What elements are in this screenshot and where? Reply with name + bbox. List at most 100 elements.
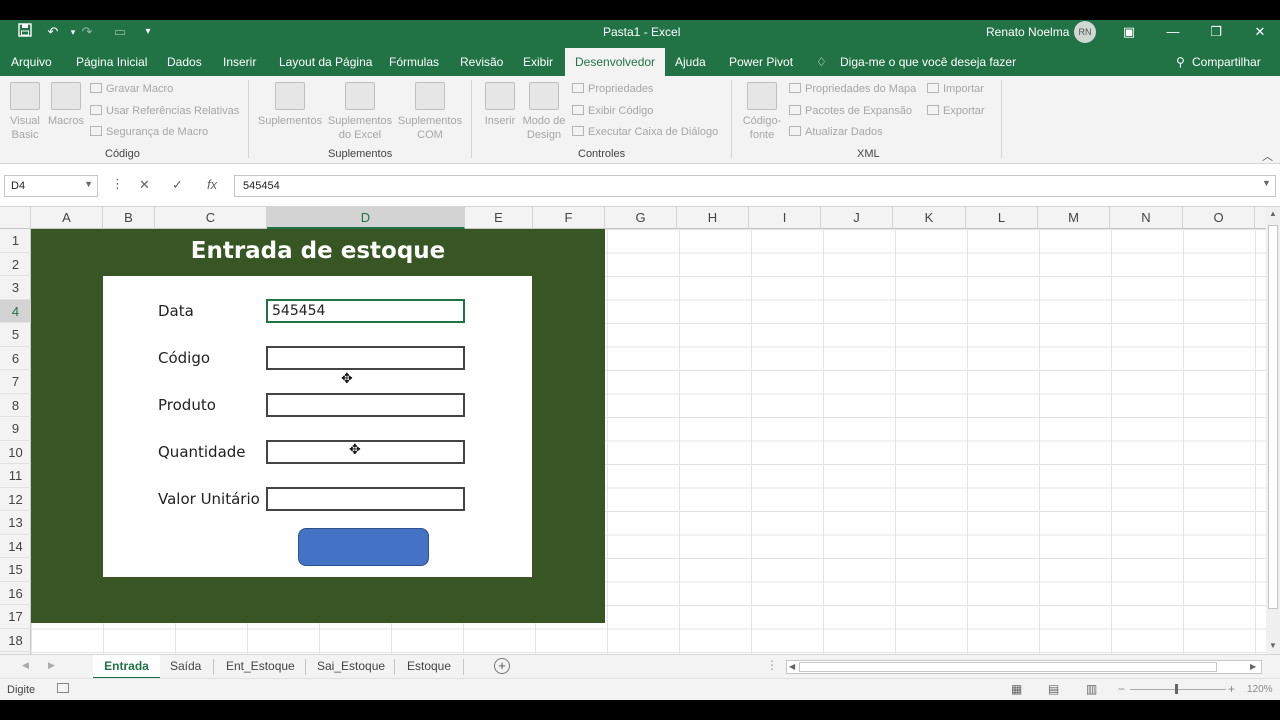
row-header[interactable]: 5 bbox=[0, 323, 31, 347]
next-sheet-icon[interactable]: ▶ bbox=[48, 660, 55, 671]
tab-layout[interactable]: Layout da Página bbox=[279, 55, 372, 69]
collapse-ribbon-icon[interactable]: ︿ bbox=[1262, 148, 1273, 164]
row-header[interactable]: 12 bbox=[0, 488, 31, 511]
sheet-tab-sai-estoque[interactable]: Sai_Estoque bbox=[317, 659, 385, 673]
horizontal-scrollbar[interactable]: ◀ ▶ bbox=[786, 660, 1262, 674]
sheet-tab-saida[interactable]: Saída bbox=[170, 659, 201, 673]
column-header[interactable]: N bbox=[1110, 207, 1183, 229]
column-header[interactable]: J bbox=[821, 207, 893, 229]
row-header[interactable]: 14 bbox=[0, 535, 31, 558]
tab-revisao[interactable]: Revisão bbox=[460, 55, 503, 69]
produto-input[interactable] bbox=[266, 393, 465, 417]
macros-button[interactable]: Macros bbox=[46, 82, 86, 128]
row-header[interactable]: 6 bbox=[0, 347, 31, 370]
column-header[interactable]: I bbox=[749, 207, 821, 229]
column-header[interactable]: F bbox=[533, 207, 605, 229]
tab-arquivo[interactable]: Arquivo bbox=[11, 55, 52, 69]
undo-icon[interactable]: ↶ bbox=[44, 23, 62, 41]
suplementos-excel-button[interactable]: Suplementos do Excel bbox=[326, 82, 394, 142]
row-header[interactable]: 15 bbox=[0, 558, 31, 582]
row-header[interactable]: 3 bbox=[0, 276, 31, 300]
column-header[interactable]: H bbox=[677, 207, 749, 229]
page-layout-icon[interactable]: ▤ bbox=[1048, 682, 1059, 696]
minimize-icon[interactable]: — bbox=[1158, 22, 1188, 42]
redo-icon[interactable]: ↷ bbox=[78, 23, 96, 41]
row-header[interactable]: 11 bbox=[0, 464, 31, 488]
scroll-left-icon[interactable]: ◀ bbox=[789, 662, 795, 671]
visual-basic-button[interactable]: Visual Basic bbox=[6, 82, 44, 142]
atualizar-dados-button[interactable]: Atualizar Dados bbox=[789, 126, 883, 138]
row-header[interactable]: 18 bbox=[0, 629, 31, 652]
row-header[interactable]: 10 bbox=[0, 441, 31, 464]
submit-button[interactable] bbox=[298, 528, 429, 566]
row-header[interactable]: 9 bbox=[0, 417, 31, 441]
tab-power-pivot[interactable]: Power Pivot bbox=[729, 55, 793, 69]
pacotes-expansao-button[interactable]: Pacotes de Expansão bbox=[789, 105, 912, 117]
importar-button[interactable]: Importar bbox=[927, 83, 984, 95]
user-name[interactable]: Renato Noelma bbox=[986, 25, 1069, 39]
scroll-down-icon[interactable]: ▼ bbox=[1269, 641, 1277, 650]
sheet-tab-estoque[interactable]: Estoque bbox=[407, 659, 451, 673]
suplementos-button[interactable]: Suplementos bbox=[256, 82, 324, 128]
gravar-macro-button[interactable]: Gravar Macro bbox=[90, 83, 173, 95]
column-header[interactable]: D bbox=[267, 207, 465, 229]
scroll-right-icon[interactable]: ▶ bbox=[1250, 662, 1256, 671]
prev-sheet-icon[interactable]: ◀ bbox=[22, 660, 29, 671]
zoom-in-icon[interactable]: + bbox=[1228, 682, 1235, 696]
propriedades-button[interactable]: Propriedades bbox=[572, 83, 653, 95]
executar-caixa-button[interactable]: Executar Caixa de Diálogo bbox=[572, 126, 718, 138]
zoom-slider-thumb[interactable] bbox=[1175, 684, 1178, 694]
ribbon-display-icon[interactable]: ▣ bbox=[1114, 22, 1144, 42]
seguranca-macro-button[interactable]: Segurança de Macro bbox=[90, 126, 208, 138]
form-icon[interactable]: ▭ bbox=[111, 23, 129, 41]
tab-pagina-inicial[interactable]: Página Inicial bbox=[76, 55, 147, 69]
close-icon[interactable]: ✕ bbox=[1245, 22, 1275, 42]
customize-icon[interactable]: ▾ bbox=[139, 23, 157, 41]
tab-inserir[interactable]: Inserir bbox=[223, 55, 256, 69]
tab-ajuda[interactable]: Ajuda bbox=[675, 55, 706, 69]
codigo-input[interactable] bbox=[266, 346, 465, 370]
insert-function-icon[interactable]: fx bbox=[207, 177, 217, 192]
name-box[interactable]: D4 ▼ bbox=[4, 175, 98, 197]
column-header[interactable]: K bbox=[893, 207, 966, 229]
quantidade-input[interactable] bbox=[266, 440, 465, 464]
sheet-tab-ent-estoque[interactable]: Ent_Estoque bbox=[226, 659, 295, 673]
column-header[interactable]: M bbox=[1038, 207, 1110, 229]
macro-record-icon[interactable] bbox=[57, 683, 69, 693]
column-header[interactable]: E bbox=[465, 207, 533, 229]
inserir-controle-button[interactable]: Inserir bbox=[480, 82, 520, 128]
row-header[interactable]: 4 bbox=[0, 299, 31, 323]
add-sheet-icon[interactable]: + bbox=[494, 658, 510, 674]
expand-formula-icon[interactable]: ▼ bbox=[1262, 178, 1271, 188]
normal-view-icon[interactable]: ▦ bbox=[1011, 682, 1022, 696]
usar-referencias-button[interactable]: Usar Referências Relativas bbox=[90, 105, 239, 117]
tab-formulas[interactable]: Fórmulas bbox=[389, 55, 439, 69]
page-break-icon[interactable]: ▥ bbox=[1086, 682, 1097, 696]
hscroll-thumb[interactable] bbox=[799, 662, 1217, 672]
splitter-icon[interactable]: ⋮ bbox=[766, 658, 778, 672]
row-header[interactable]: 17 bbox=[0, 605, 31, 629]
tab-desenvolvedor[interactable]: Desenvolvedor bbox=[565, 48, 666, 76]
codigo-fonte-button[interactable]: Código-fonte bbox=[738, 82, 786, 142]
scroll-up-icon[interactable]: ▲ bbox=[1269, 209, 1277, 218]
column-header[interactable]: O bbox=[1183, 207, 1255, 229]
tab-exibir[interactable]: Exibir bbox=[523, 55, 553, 69]
modo-design-button[interactable]: Modo de Design bbox=[520, 82, 568, 142]
suplementos-com-button[interactable]: Suplementos COM bbox=[396, 82, 464, 142]
row-header[interactable]: 13 bbox=[0, 511, 31, 535]
row-header[interactable]: 2 bbox=[0, 253, 31, 276]
exibir-codigo-button[interactable]: Exibir Código bbox=[572, 105, 653, 117]
row-header[interactable]: 1 bbox=[0, 229, 31, 253]
zoom-level[interactable]: 120% bbox=[1247, 684, 1273, 695]
avatar[interactable]: RN bbox=[1074, 21, 1096, 43]
tell-me-box[interactable]: Diga-me o que você deseja fazer bbox=[840, 55, 1016, 69]
row-header[interactable]: 16 bbox=[0, 582, 31, 605]
sheet-tab-entrada[interactable]: Entrada bbox=[93, 655, 160, 679]
column-header[interactable]: L bbox=[966, 207, 1038, 229]
row-header[interactable]: 7 bbox=[0, 370, 31, 394]
vertical-scrollbar[interactable]: ▲ ▼ bbox=[1266, 207, 1280, 654]
cancel-icon[interactable]: ✕ bbox=[139, 177, 150, 193]
enter-icon[interactable]: ✓ bbox=[172, 177, 183, 193]
share-button[interactable]: Compartilhar bbox=[1192, 55, 1261, 69]
data-input[interactable]: 545454 bbox=[266, 299, 465, 323]
